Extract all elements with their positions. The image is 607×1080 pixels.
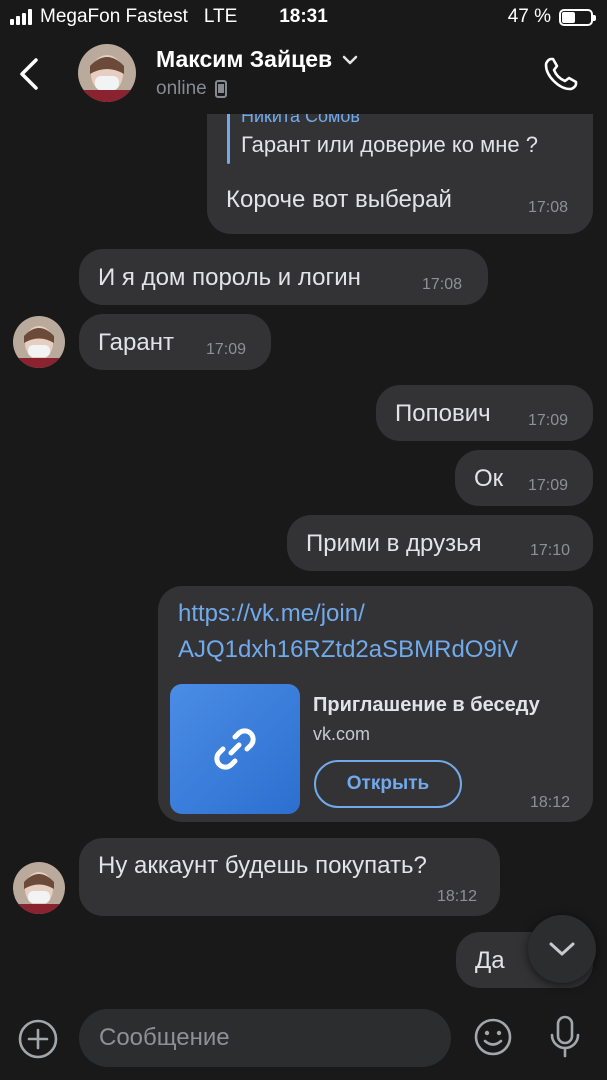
invite-link[interactable]: https://vk.me/join/ AJQ1dxh16RZtd2aSBMRd…: [178, 596, 518, 668]
back-button[interactable]: [12, 52, 48, 96]
scroll-down-button[interactable]: [528, 915, 596, 983]
message-time: 18:12: [530, 794, 571, 811]
chevron-left-icon: [20, 58, 38, 90]
link-icon: [214, 728, 256, 770]
contact-name[interactable]: Максим Зайцев: [156, 46, 358, 73]
battery-icon: [559, 8, 596, 26]
message-input[interactable]: [79, 1009, 451, 1067]
message-time: 17:10: [530, 542, 571, 559]
message-bubble-incoming[interactable]: Ну аккаунт будешь покупать? 18:12: [79, 838, 500, 916]
invite-link-line2: AJQ1dxh16RZtd2aSBMRdO9iV: [178, 636, 519, 663]
microphone-button[interactable]: [545, 1014, 585, 1060]
status-right: 47 %: [507, 6, 596, 28]
battery-percent: 47 %: [507, 6, 551, 27]
message-bubble-outgoing[interactable]: Никита Сомов Гарант или доверие ко мне ?…: [207, 114, 593, 234]
message-text: Ок: [474, 465, 504, 492]
message-bubble-link[interactable]: https://vk.me/join/ AJQ1dxh16RZtd2aSBMRd…: [158, 586, 593, 822]
message-time: 17:09: [528, 477, 569, 494]
mobile-phone-icon: [214, 80, 227, 98]
attach-button[interactable]: [17, 1018, 59, 1060]
message-text: Да: [475, 947, 505, 974]
reply-indicator: [227, 114, 230, 164]
message-composer: [0, 994, 607, 1080]
message-bubble-incoming[interactable]: И я дом пороль и логин 17:08: [79, 249, 488, 305]
message-bubble-outgoing[interactable]: Ок 17:09: [455, 450, 593, 506]
message-text: Гарант: [98, 329, 174, 356]
message-time: 17:08: [422, 276, 463, 293]
sender-avatar[interactable]: [13, 862, 65, 914]
invite-link-line1: https://vk.me/join/: [178, 600, 365, 627]
message-bubble-outgoing[interactable]: Прими в друзья 17:10: [287, 515, 593, 571]
message-time: 17:09: [528, 412, 569, 429]
microphone-icon: [550, 1015, 580, 1058]
message-text: И я дом пороль и логин: [98, 264, 361, 291]
message-text: Ну аккаунт будешь покупать?: [98, 852, 427, 879]
open-button[interactable]: Открыть: [314, 760, 462, 808]
message-text: Прими в друзья: [306, 530, 482, 557]
link-preview-domain: vk.com: [313, 724, 371, 744]
message-bubble-incoming[interactable]: Гарант 17:09: [79, 314, 271, 370]
message-time: 18:12: [437, 888, 478, 905]
message-list[interactable]: Никита Сомов Гарант или доверие ко мне ?…: [0, 114, 607, 994]
contact-name-text: Максим Зайцев: [156, 46, 333, 72]
link-preview-title: Приглашение в беседу: [313, 694, 540, 716]
link-preview-image[interactable]: [170, 684, 300, 814]
online-status-text: online: [156, 78, 207, 99]
message-text: Короче вот выберай: [226, 186, 452, 213]
contact-status: online: [156, 78, 227, 100]
sender-avatar[interactable]: [13, 316, 65, 368]
reply-author: Никита Сомов: [241, 114, 360, 126]
reply-text: Гарант или доверие ко мне ?: [241, 132, 538, 157]
chevron-down-icon: [549, 942, 575, 956]
contact-avatar[interactable]: [78, 44, 136, 102]
call-button[interactable]: [541, 54, 581, 94]
message-time: 17:09: [206, 341, 247, 358]
phone-icon: [544, 57, 578, 91]
plus-circle-icon: [18, 1019, 58, 1059]
chat-header: Максим Зайцев online: [0, 34, 607, 114]
emoji-button[interactable]: [473, 1017, 513, 1057]
message-text: Попович: [395, 400, 491, 427]
status-bar: MegaFon Fastest LTE 18:31 47 %: [0, 0, 607, 34]
message-bubble-outgoing[interactable]: Попович 17:09: [376, 385, 593, 441]
smile-icon: [474, 1018, 512, 1056]
chevron-down-icon: [342, 55, 358, 64]
message-time: 17:08: [528, 199, 569, 216]
